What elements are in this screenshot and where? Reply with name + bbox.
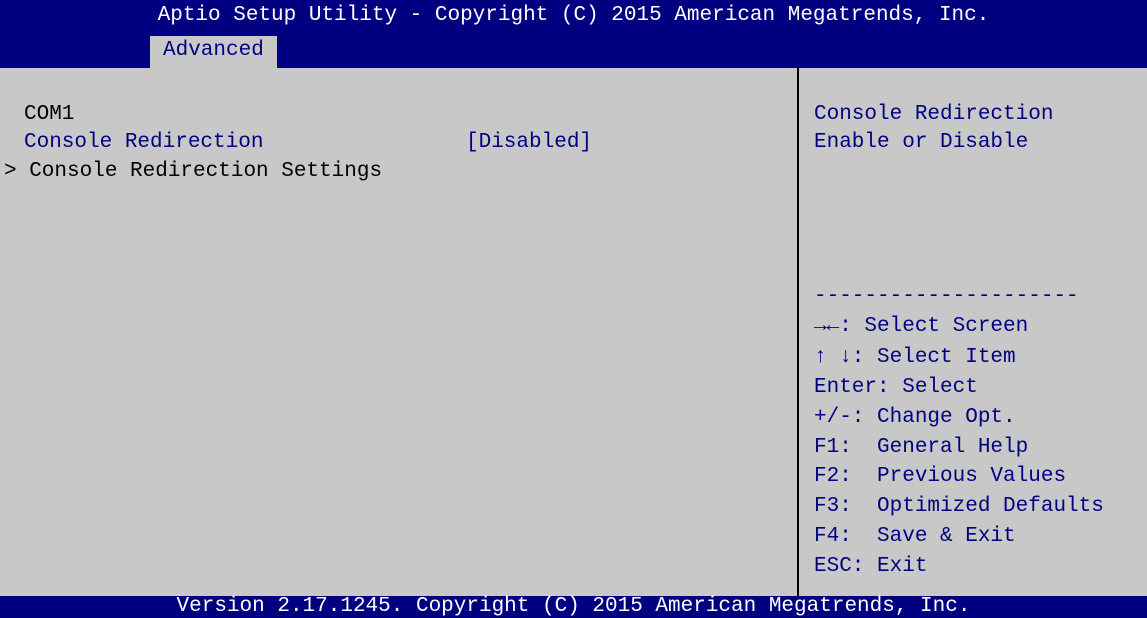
- key-hint-enter: Enter: Select: [814, 376, 978, 399]
- help-text-line1: Console Redirection: [814, 103, 1054, 126]
- section-label-com1: COM1: [24, 103, 75, 126]
- panel-divider: [797, 68, 799, 596]
- key-hint-esc: ESC: Exit: [814, 555, 928, 578]
- help-separator: ---------------------: [814, 285, 1079, 308]
- app-title: Aptio Setup Utility - Copyright (C) 2015…: [157, 4, 990, 27]
- setup-panel: COM1 Console Redirection [Disabled] > Co…: [0, 68, 1147, 596]
- key-hint-select-item: ↑ ↓: Select Item: [814, 346, 1016, 369]
- console-redirection-option[interactable]: Console Redirection: [24, 128, 263, 158]
- help-text-line2: Enable or Disable: [814, 131, 1029, 154]
- tab-advanced[interactable]: Advanced: [150, 36, 277, 68]
- key-hint-change-opt: +/-: Change Opt.: [814, 406, 1016, 429]
- key-hint-f4: F4: Save & Exit: [814, 525, 1016, 548]
- key-hint-f1: F1: General Help: [814, 436, 1029, 459]
- version-footer: Version 2.17.1245. Copyright (C) 2015 Am…: [0, 596, 1147, 618]
- console-redirection-settings-submenu[interactable]: > Console Redirection Settings: [4, 157, 382, 187]
- title-bar: Aptio Setup Utility - Copyright (C) 2015…: [0, 0, 1147, 68]
- key-hint-select-screen: →←: Select Screen: [814, 315, 1029, 338]
- key-hint-f3: F3: Optimized Defaults: [814, 495, 1104, 518]
- console-redirection-value[interactable]: [Disabled]: [466, 128, 592, 158]
- key-hint-f2: F2: Previous Values: [814, 465, 1067, 488]
